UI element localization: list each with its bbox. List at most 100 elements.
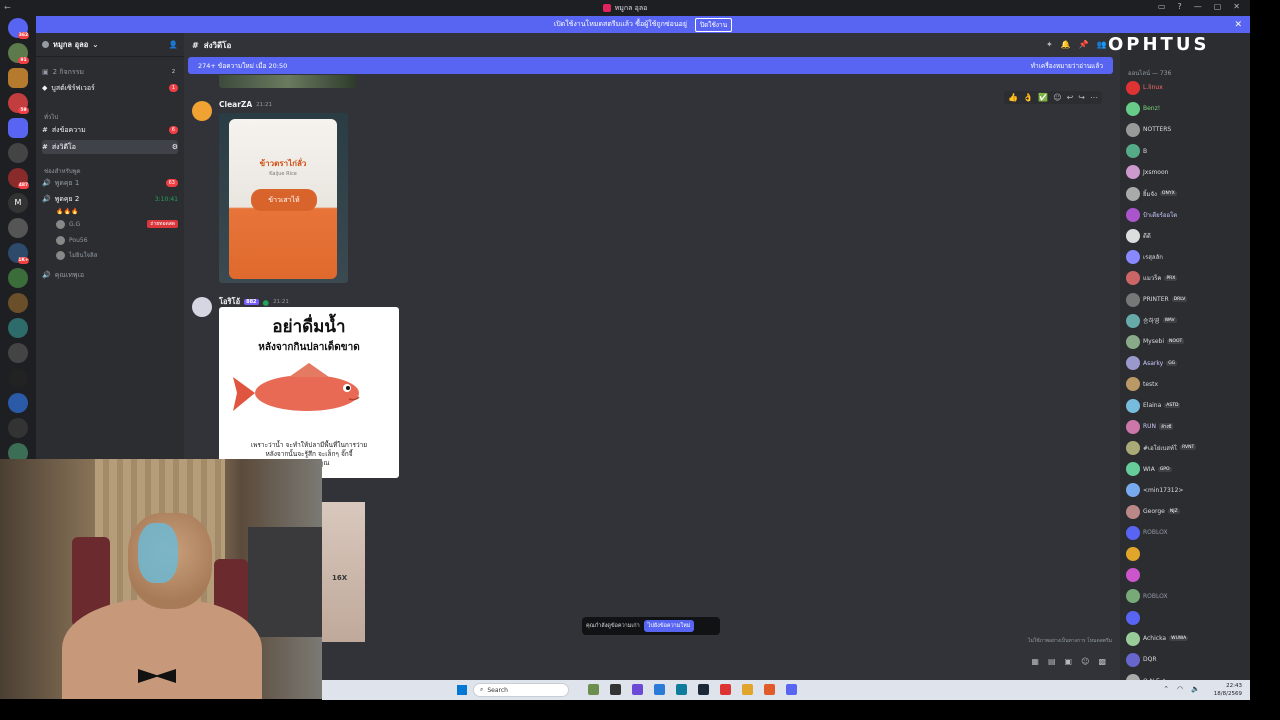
bell-icon[interactable]: 🔔 [1061,40,1071,49]
reply-icon[interactable]: ↩ [1067,93,1074,102]
channel-video[interactable]: # ส่งวิดีโอ ⚙ [42,140,178,154]
member-item[interactable]: Achicka WUWA [1126,629,1248,648]
taskbar-app-icon[interactable] [676,684,687,695]
member-item[interactable]: ยิ้มจัง ONYX [1126,184,1248,203]
voice-user[interactable]: G.G ถ่ายทอดสด [56,218,178,230]
gift-icon[interactable]: ▦ [1031,657,1039,666]
close-button[interactable]: ✕ [1233,2,1240,11]
member-item[interactable]: แมวร็ค PRX [1126,269,1248,288]
help-icon[interactable]: ? [1177,2,1181,11]
wifi-icon[interactable]: ◠ [1177,685,1183,693]
member-item[interactable]: L.linux [1126,78,1248,97]
member-item[interactable]: Jxsmoon [1126,163,1248,182]
member-item[interactable]: WIA GPO [1126,460,1248,479]
threads-icon[interactable]: ✦ [1046,40,1053,49]
maximize-button[interactable]: ▢ [1214,2,1222,11]
jump-to-present-button[interactable]: ไปยังข้อความใหม่ [643,620,695,632]
taskbar-app-icon[interactable] [632,684,643,695]
member-item[interactable]: ROBLOX [1126,587,1248,606]
member-item[interactable]: George NJZ [1126,502,1248,521]
taskbar-app-icon[interactable] [764,684,775,695]
sticker-icon[interactable]: ▣ [1065,657,1073,666]
voice-channel-2[interactable]: 🔊 พูดคุย 2 3:10:41 [42,192,178,206]
members-icon[interactable]: 👥 [1097,40,1107,49]
check-icon[interactable]: ✅ [1038,93,1048,102]
member-item[interactable]: #เอโย่เบสท์โ RVNT [1126,438,1248,457]
server-icon[interactable] [8,218,28,238]
server-icon[interactable] [8,293,28,313]
member-item[interactable]: PRINTER DRLV [1126,290,1248,309]
server-icon[interactable]: M [8,193,28,213]
voice-channel-1[interactable]: 🔊 พูดคุย 1 63 [42,176,178,190]
member-item[interactable]: 승하영 WAV [1126,311,1248,330]
taskbar-app-icon[interactable] [720,684,731,695]
chrome-icon[interactable] [742,684,753,695]
member-item[interactable]: ดีดี [1126,226,1248,245]
voice-user[interactable]: Pou56 [56,234,178,246]
member-item[interactable]: Benz! [1126,99,1248,118]
disable-streamer-button[interactable]: ปิดใช้งาน [694,17,733,32]
member-item[interactable]: ROBLOX [1126,523,1248,542]
taskbar-app-icon[interactable] [654,684,665,695]
minimize-button[interactable]: — [1194,2,1202,11]
apps-icon[interactable]: ▩ [1098,657,1106,666]
server-icon[interactable] [8,68,28,88]
boost-item[interactable]: ◆ บูสต์เซิร์ฟเวอร์ 1 [42,81,178,95]
thumbs-up-icon[interactable]: 👍 [1008,93,1018,102]
mark-read-button[interactable]: ทำเครื่องหมายว่าอ่านแล้ว [1031,61,1103,71]
author-name[interactable]: ClearZA [219,100,252,109]
dvd-image[interactable]: 16X [322,502,365,642]
avatar[interactable] [192,101,212,121]
clock[interactable]: 22:43 18/8/2569 [1214,682,1242,698]
server-icon[interactable] [8,268,28,288]
member-item[interactable]: Mysebi NOOT [1126,332,1248,351]
member-item[interactable]: Elaina ASTD [1126,396,1248,415]
member-item[interactable]: RUN ล้างบี [1126,417,1248,436]
chevron-up-icon[interactable]: ⌃ [1163,685,1169,693]
member-item[interactable] [1126,608,1248,627]
member-item[interactable]: ป้าเดียร์ออโต [1126,205,1248,224]
member-item[interactable]: NOTTERS [1126,120,1248,139]
avatar[interactable] [192,297,212,317]
gif-icon[interactable]: ▤ [1048,657,1056,666]
server-icon[interactable] [8,343,28,363]
voice-user[interactable]: ไม่ยินใจลิส [56,249,178,261]
events-item[interactable]: ▣ 2 กิจกรรม 2 [42,65,178,79]
app-menu-icon[interactable]: ← [4,3,11,12]
rice-bag-image[interactable]: ข้าวตราไก่ลั่ว Kaijue Rice ข้าวเสาไห้ [219,113,348,283]
server-header[interactable]: หมูกล อุลอ ⌄ 👤 [36,33,184,57]
category-voice[interactable]: ช่องสำหรับพูด [44,166,80,176]
volume-icon[interactable]: 🔈 [1191,685,1200,693]
invite-icon[interactable]: 👤 [169,40,178,49]
category-general[interactable]: ทั่วไป [44,112,58,122]
member-item[interactable]: <min17312> [1126,481,1248,500]
server-icon[interactable] [8,143,28,163]
server-icon[interactable] [8,418,28,438]
member-item[interactable] [1126,566,1248,585]
channel-text[interactable]: # ส่งข้อความ 6 [42,123,178,137]
forward-icon[interactable]: ↪ [1078,93,1085,102]
taskbar-search[interactable]: ⌕ Search [473,683,569,697]
settings-icon[interactable]: ⚙ [172,143,178,151]
taskbar-app-icon[interactable] [588,684,599,695]
member-item[interactable]: DQR [1126,650,1248,669]
taskbar-app-icon[interactable] [610,684,621,695]
discord-icon[interactable] [786,684,797,695]
notice-close-icon[interactable]: ✕ [1234,20,1242,30]
steam-icon[interactable] [698,684,709,695]
more-icon[interactable]: ⋯ [1090,93,1098,102]
member-item[interactable]: testx [1126,375,1248,394]
previous-image[interactable] [219,75,356,88]
pin-icon[interactable]: 📌 [1079,40,1089,49]
member-item[interactable] [1126,544,1248,563]
server-icon[interactable] [8,318,28,338]
member-item[interactable]: เรสุลลัก [1126,248,1248,267]
ok-hand-icon[interactable]: 👌 [1023,93,1033,102]
inbox-icon[interactable]: ▭ [1158,2,1166,11]
emoji-icon[interactable]: ☺ [1081,657,1089,666]
member-item[interactable]: B [1126,142,1248,161]
message-author[interactable]: ClearZA 21:21 [219,100,272,109]
new-messages-bar[interactable]: 274+ ข้อความใหม่ เมื่อ 20:50 ทำเครื่องหม… [188,57,1113,74]
voice-channel-3[interactable]: 🔊 คุณเทพุเอ [42,268,178,282]
meme-image[interactable]: อย่าดื่มน้ำ หลังจากกินปลาเด็ดขาด เพราะว่… [219,307,399,478]
